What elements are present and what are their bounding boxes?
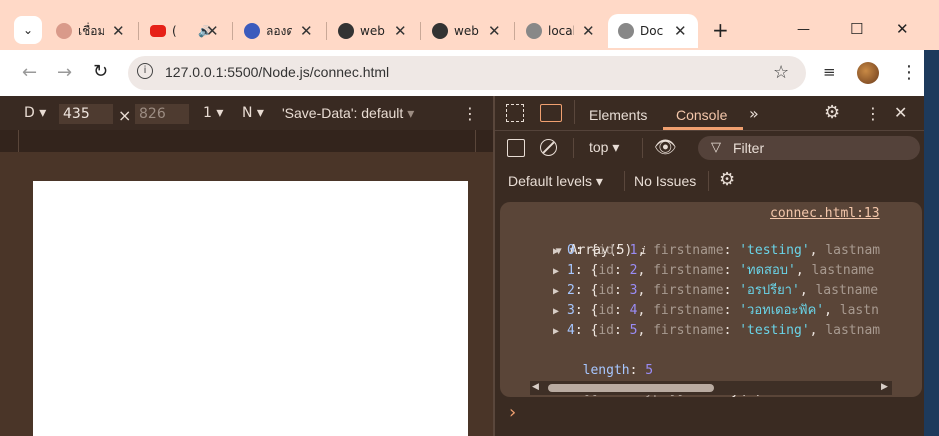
browser-tab[interactable]: (🔊 ✕: [144, 14, 230, 48]
sidebar-toggle-icon[interactable]: [507, 139, 525, 157]
minimize-button[interactable]: —: [797, 22, 810, 37]
browser-tab[interactable]: local ✕: [520, 14, 606, 48]
expand-triangle-icon[interactable]: ▶: [553, 262, 567, 281]
close-tab-icon[interactable]: ✕: [674, 22, 687, 40]
globe-icon: [56, 23, 72, 39]
tab-separator: [326, 22, 327, 40]
tab-title: web: [360, 24, 385, 38]
image-icon: [244, 23, 260, 39]
dimensions-dropdown[interactable]: D ▾: [24, 105, 46, 121]
tab-title: ลองด: [266, 23, 292, 38]
length-row: length: 5: [582, 363, 654, 378]
browser-tab[interactable]: เชื่อม ✕: [50, 14, 136, 48]
chevron-down-icon: ⌄: [22, 23, 34, 37]
tab-title: (: [172, 24, 177, 38]
browser-tab[interactable]: ลองด ✕: [238, 14, 324, 48]
tab-separator: [138, 22, 139, 40]
window-close-button[interactable]: ✕: [896, 20, 909, 38]
tab-title: local: [548, 24, 574, 38]
browser-tab[interactable]: web ✕: [426, 14, 512, 48]
site-info-icon[interactable]: i: [137, 63, 153, 79]
close-devtools-icon[interactable]: ✕: [894, 103, 907, 122]
log-levels-dropdown[interactable]: Default levels ▾: [508, 173, 603, 190]
github-icon: [432, 23, 448, 39]
source-link[interactable]: connec.html:13: [770, 206, 880, 221]
array-item-row[interactable]: ▶ 1: {id: 2, firstname: 'ทดสอบ', lastname: [553, 261, 893, 281]
expand-triangle-icon[interactable]: ▶: [553, 242, 567, 261]
close-tab-icon[interactable]: ✕: [488, 22, 501, 40]
globe-icon: [526, 23, 542, 39]
device-more-icon[interactable]: ⋮: [462, 104, 478, 123]
tab-search-button[interactable]: ⌄: [14, 16, 42, 44]
throttle-dropdown[interactable]: N ▾: [242, 105, 264, 121]
maximize-button[interactable]: ☐: [850, 20, 863, 38]
profile-avatar[interactable]: [857, 62, 879, 84]
address-text[interactable]: 127.0.0.1:5500/Node.js/connec.html: [165, 64, 389, 80]
dimension-times: ×: [118, 106, 132, 125]
clear-console-icon[interactable]: [540, 139, 557, 156]
devtools-menu-icon[interactable]: ⋮: [865, 104, 881, 123]
browser-tab[interactable]: web ✕: [332, 14, 418, 48]
height-input[interactable]: 826: [135, 104, 189, 124]
reload-icon[interactable]: ↻: [93, 61, 108, 82]
reading-list-icon[interactable]: ≡: [823, 63, 836, 81]
array-item-row[interactable]: ▶ 4: {id: 5, firstname: 'testing', lastna…: [553, 321, 893, 341]
github-icon: [338, 23, 354, 39]
array-header[interactable]: ▼ Array(5) i: [540, 221, 647, 258]
device-toggle-icon[interactable]: [540, 104, 562, 122]
close-tab-icon[interactable]: ✕: [582, 22, 595, 40]
desktop-edge: [924, 50, 939, 436]
youtube-icon: [150, 25, 166, 37]
scroll-left-icon[interactable]: ◀: [532, 382, 539, 392]
tab-title: Doc: [640, 24, 664, 38]
globe-icon: [618, 23, 634, 39]
expand-triangle-icon[interactable]: ▶: [553, 322, 567, 341]
tab-separator: [420, 22, 421, 40]
bookmark-star-icon[interactable]: ☆: [773, 62, 789, 83]
tab-separator: [514, 22, 515, 40]
tab-elements[interactable]: Elements: [589, 107, 647, 123]
tab-separator: [232, 22, 233, 40]
expand-triangle-icon[interactable]: ▶: [553, 302, 567, 321]
array-item-row[interactable]: ▶ 3: {id: 4, firstname: 'วอทเดอะฟัค', las…: [553, 301, 893, 321]
forward-icon[interactable]: →: [57, 62, 72, 83]
context-selector[interactable]: top ▾: [589, 139, 619, 156]
dpr-dropdown[interactable]: 1 ▾: [203, 105, 223, 121]
tab-title: web: [454, 24, 479, 38]
console-settings-icon[interactable]: ⚙: [719, 169, 735, 190]
array-item-row[interactable]: ▶ 0: {id: 1, firstname: 'testing', lastna…: [553, 241, 893, 261]
inspect-element-icon[interactable]: [506, 104, 524, 122]
scrollbar-thumb[interactable]: [548, 384, 714, 392]
filter-funnel-icon: ▽: [711, 140, 721, 155]
width-input[interactable]: 435: [59, 104, 113, 124]
new-tab-button[interactable]: +: [712, 18, 729, 42]
browser-menu-icon[interactable]: ⋮: [900, 62, 918, 83]
tab-console[interactable]: Console: [676, 107, 727, 123]
save-data-dropdown[interactable]: 'Save-Data': default ▾: [282, 105, 414, 122]
close-tab-icon[interactable]: ✕: [206, 22, 219, 40]
live-expression-eye-icon[interactable]: 👁: [654, 137, 677, 158]
close-tab-icon[interactable]: ✕: [300, 22, 313, 40]
close-tab-icon[interactable]: ✕: [394, 22, 407, 40]
media-query-ruler: [0, 130, 494, 153]
tab-title: เชื่อม: [78, 23, 104, 38]
more-tabs-icon[interactable]: »: [749, 104, 759, 123]
scroll-right-icon[interactable]: ▶: [881, 382, 888, 392]
page-viewport[interactable]: [33, 181, 468, 436]
prototype-row[interactable]: ▶[[Prototype]]: Array(0): [553, 361, 763, 398]
expand-triangle-icon[interactable]: ▶: [553, 282, 567, 301]
array-item-row[interactable]: ▶ 2: {id: 3, firstname: 'อรปรียา', lastna…: [553, 281, 893, 301]
console-filter-input[interactable]: [698, 136, 920, 160]
console-prompt[interactable]: ›: [509, 402, 516, 423]
issues-counter[interactable]: No Issues: [634, 173, 696, 189]
close-tab-icon[interactable]: ✕: [112, 22, 125, 40]
filter-placeholder: Filter: [733, 140, 765, 156]
browser-tab[interactable]: Doc ✕: [608, 14, 698, 48]
settings-gear-icon[interactable]: ⚙: [824, 102, 840, 123]
back-icon[interactable]: ←: [22, 62, 37, 83]
